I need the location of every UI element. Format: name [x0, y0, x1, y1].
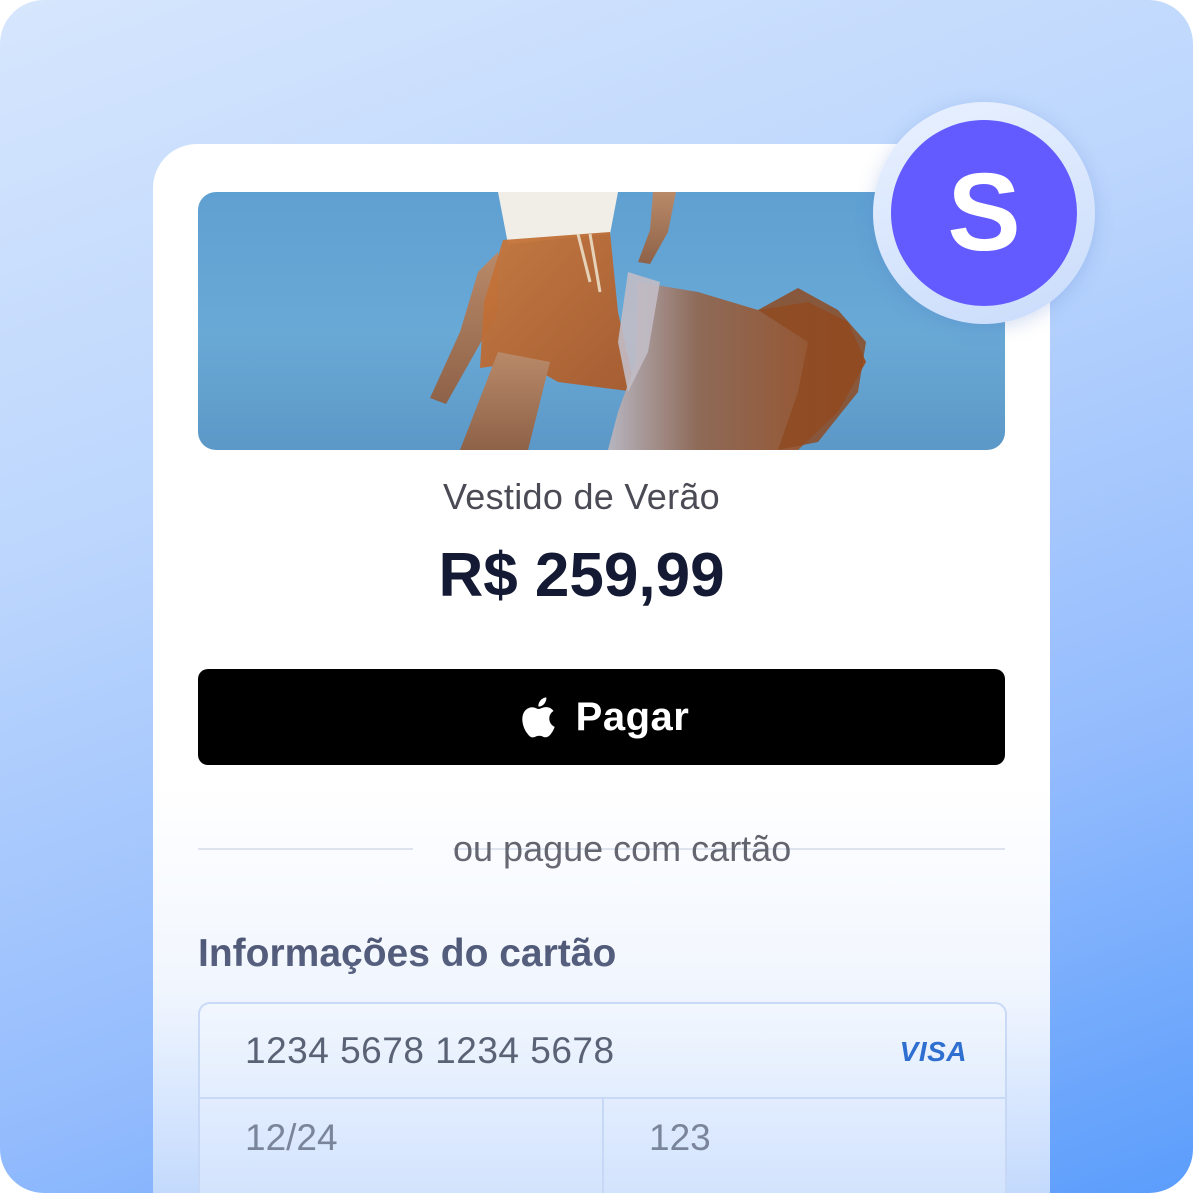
card-number-field[interactable]: 1234 5678 1234 5678 VISA: [200, 1004, 1005, 1099]
expiry-value: 12/24: [245, 1117, 338, 1158]
brand-badge: S: [891, 120, 1077, 306]
expiry-field[interactable]: 12/24: [200, 1097, 604, 1193]
card-number-value: 1234 5678 1234 5678: [245, 1030, 615, 1071]
apple-pay-button[interactable]: Pagar: [198, 669, 1005, 765]
card-section-title: Informações do cartão: [198, 932, 617, 975]
apple-icon: [521, 697, 555, 738]
pay-button-label: Pagar: [575, 694, 690, 739]
background-frame: Vestido de Verão R$ 259,99 Pagar ou pagu…: [0, 0, 1193, 1193]
divider-text: ou pague com cartão: [453, 828, 792, 869]
cvc-field[interactable]: 123: [604, 1097, 1005, 1193]
visa-logo: VISA: [899, 1036, 967, 1067]
divider-line-left: [198, 848, 413, 850]
card-form: 1234 5678 1234 5678 VISA 12/24 123: [198, 1002, 1007, 1193]
product-price: R$ 259,99: [438, 541, 725, 610]
product-name: Vestido de Verão: [442, 476, 720, 517]
cvc-value: 123: [649, 1117, 711, 1158]
checkout-card: Vestido de Verão R$ 259,99 Pagar ou pagu…: [153, 144, 1050, 1193]
